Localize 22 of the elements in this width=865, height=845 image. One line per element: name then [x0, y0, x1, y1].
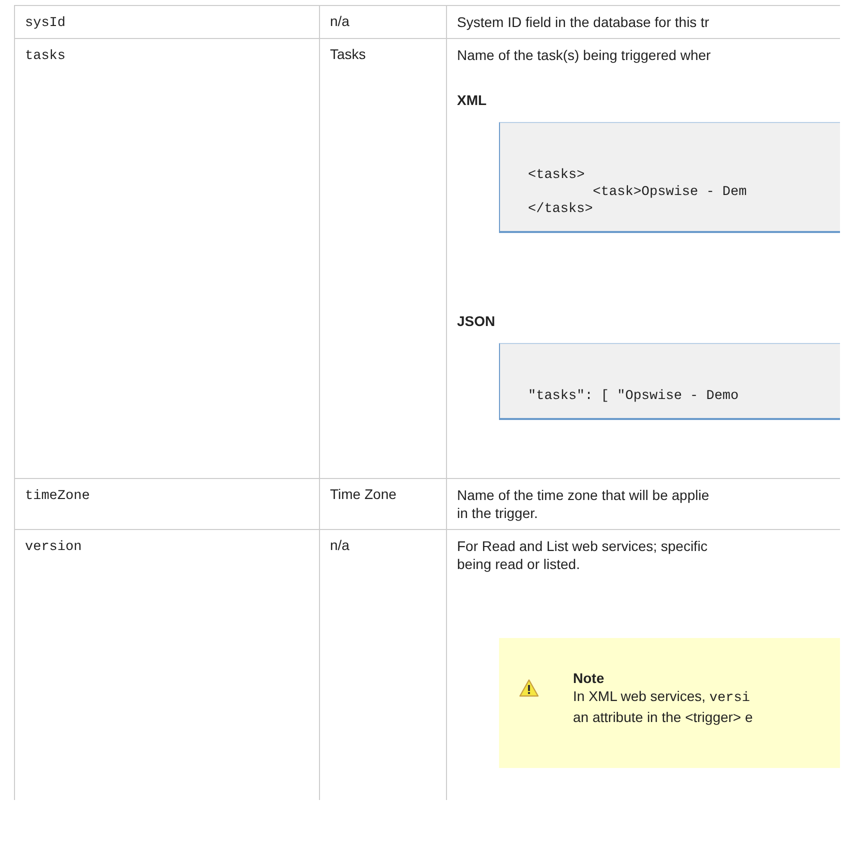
- section-heading: XML: [457, 92, 488, 108]
- field-label: n/a: [330, 537, 350, 553]
- field-name: timeZone: [25, 489, 90, 504]
- code-line: <tasks>: [528, 167, 586, 184]
- code-line: "tasks": [ "Opswise - Demo: [528, 388, 740, 405]
- field-label: n/a: [330, 13, 350, 29]
- note-text: an attribute in the <trigger> e: [573, 708, 753, 726]
- description-text: Name of the time zone that will be applie in the trigger.: [457, 486, 710, 522]
- field-name: tasks: [25, 49, 66, 64]
- warning-icon: [519, 679, 539, 697]
- field-label: Tasks: [330, 46, 366, 62]
- description-text: System ID field in the database for this tr: [457, 13, 710, 31]
- description-text: For Read and List web services; specific being read or listed.: [457, 537, 709, 573]
- field-label: Time Zone: [330, 486, 396, 502]
- description-text: Name of the task(s) being triggered wher: [457, 46, 712, 64]
- note-text: In XML web services, versi: [573, 687, 751, 708]
- field-name: sysId: [25, 16, 66, 31]
- code-line: <task>Opswise - Dem: [592, 184, 748, 201]
- section-heading: JSON: [457, 313, 496, 329]
- note-title: Note: [573, 669, 606, 687]
- field-name: version: [25, 540, 82, 555]
- code-line: </tasks>: [528, 201, 594, 218]
